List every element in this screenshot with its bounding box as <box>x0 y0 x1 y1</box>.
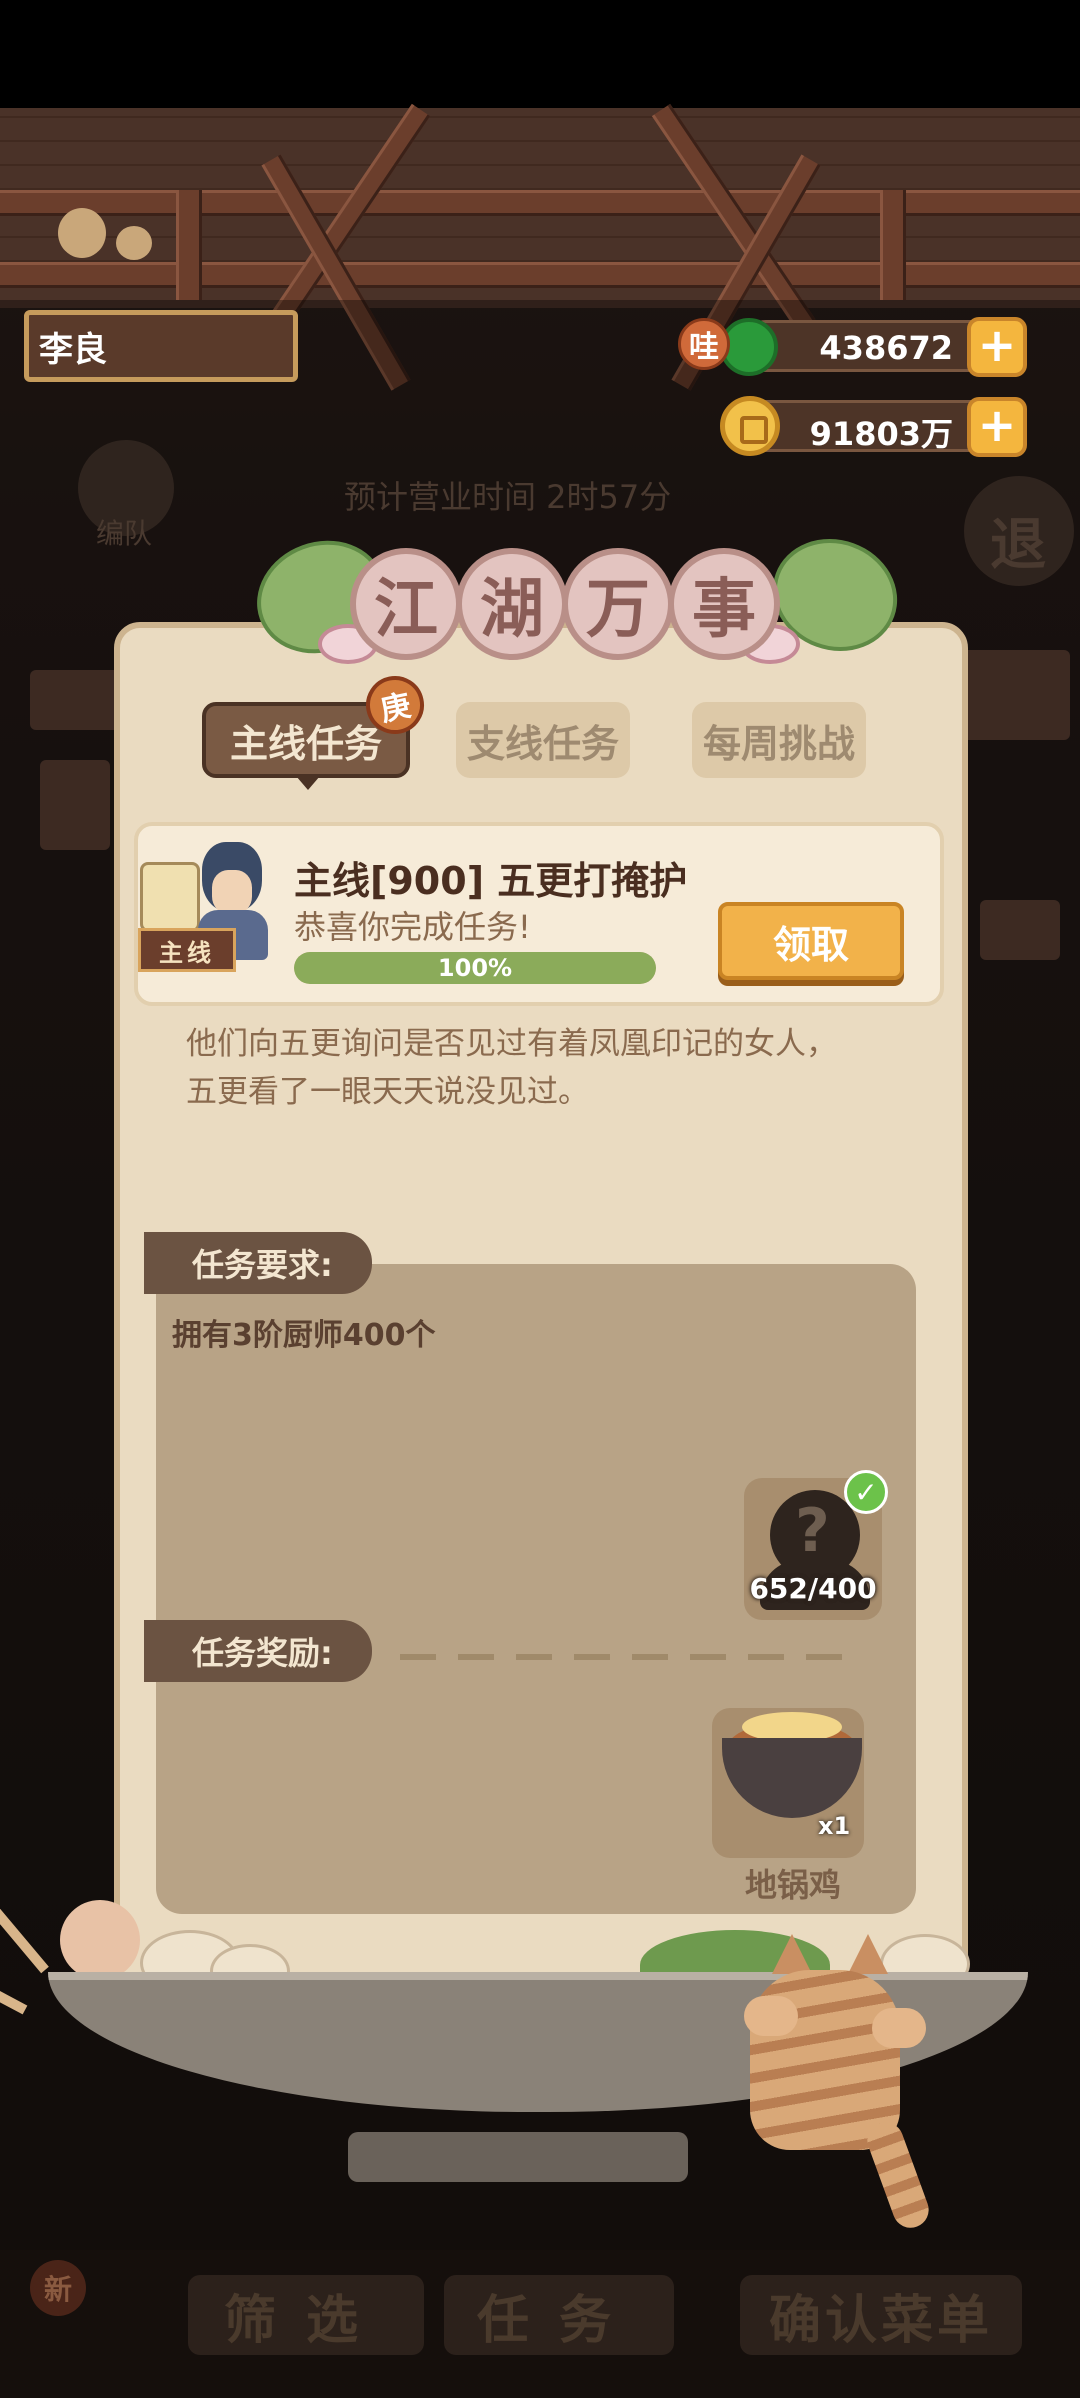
title-char: 事 <box>668 548 780 660</box>
reward-quantity: x1 <box>818 1812 851 1840</box>
reward-item-name: 地锅鸡 <box>744 1866 841 1904</box>
main-quest-tag: 主线 <box>138 928 236 972</box>
business-time-text: 预计营业时间 2时57分 <box>344 478 672 516</box>
quest-title: 主线[900] 五更打掩护 <box>294 859 688 903</box>
roof-post <box>880 190 906 300</box>
description-line: 五更看了一眼天天说没见过。 <box>186 1074 589 1110</box>
cat-ear <box>772 1934 812 1974</box>
cat-paw <box>744 1996 798 2036</box>
question-mark-icon: ? <box>795 1496 830 1566</box>
add-coin-button[interactable]: + <box>967 397 1027 457</box>
roof-beam <box>0 262 1080 288</box>
exit-label: 退 <box>990 513 1046 578</box>
requirement-count: 652/400 <box>749 1572 877 1605</box>
roof-beam <box>0 190 1080 216</box>
coin-currency-bar: 91803万 + <box>740 397 1027 457</box>
coin-amount: 91803万 <box>809 415 953 453</box>
team-label: 编队 <box>96 517 153 550</box>
filter-button[interactable]: 筛选 <box>188 2275 424 2355</box>
chick-decoration <box>58 208 106 258</box>
title-char: 江 <box>350 548 462 660</box>
tab-pointer <box>296 776 320 790</box>
quest-description: 他们向五更询问是否见过有着凤凰印记的女人， 五更看了一眼天天说没见过。 <box>186 1020 906 1116</box>
description-line: 他们向五更询问是否见过有着凤凰印记的女人， <box>186 1026 837 1062</box>
wa-badge: 哇 <box>678 318 730 370</box>
reward-label: 任务奖励: <box>144 1620 372 1682</box>
tab-weekly-challenge[interactable]: 每周挑战 <box>692 702 866 778</box>
requirement-label: 任务要求: <box>144 1232 372 1294</box>
background-shelf <box>40 760 110 850</box>
coin-icon <box>720 396 780 456</box>
add-jade-button[interactable]: + <box>967 317 1027 377</box>
wok-base <box>348 2132 688 2182</box>
progress-label: 100% <box>437 954 513 982</box>
cat-ear <box>848 1934 888 1974</box>
jade-currency-bar: 438672 + <box>740 317 1027 377</box>
background-shelf <box>980 900 1060 960</box>
cat-paw <box>872 2008 926 2048</box>
dashed-divider <box>400 1654 850 1660</box>
jade-amount: 438672 <box>819 329 953 367</box>
tab-side-quest[interactable]: 支线任务 <box>456 702 630 778</box>
quest-status: 恭喜你完成任务! <box>294 908 531 946</box>
scroll-icon <box>140 862 200 932</box>
task-button[interactable]: 任务 <box>444 2275 674 2355</box>
meatball-decoration <box>60 1900 140 1980</box>
background-shelf <box>30 670 120 730</box>
confirm-menu-button[interactable]: 确认菜单 <box>740 2275 1022 2355</box>
roof-post <box>176 190 202 300</box>
claim-button[interactable]: 领取 <box>718 902 904 980</box>
character-face <box>212 870 252 914</box>
player-name: 李良 <box>24 310 298 382</box>
new-badge: 新 <box>30 2260 86 2316</box>
status-bar-area <box>0 0 1080 108</box>
requirement-text: 拥有3阶厨师400个 <box>172 1318 436 1353</box>
title-char: 万 <box>562 548 674 660</box>
check-icon: ✓ <box>844 1470 888 1514</box>
quest-progress-bar: 100% <box>294 952 656 984</box>
title-char: 湖 <box>456 548 568 660</box>
background-shelf <box>960 650 1070 740</box>
chick-decoration <box>116 226 152 260</box>
